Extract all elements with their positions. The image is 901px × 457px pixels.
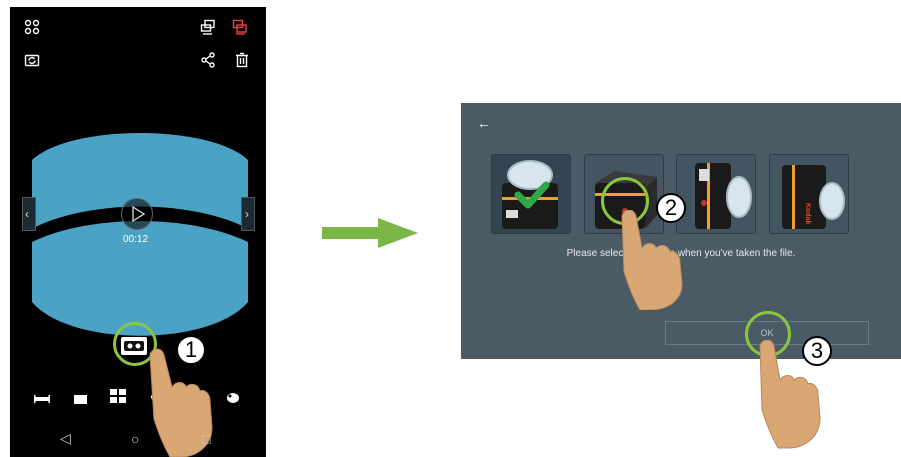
nav-recent-button[interactable]: □ [202, 431, 210, 447]
next-video-button[interactable]: › [241, 197, 255, 231]
flow-arrow-icon [322, 218, 418, 248]
step-badge-1: 1 [176, 335, 206, 365]
tapping-hand-2 [621, 210, 683, 310]
vr-screen-icon[interactable] [232, 19, 248, 38]
globe-icon[interactable] [226, 390, 242, 404]
play-button[interactable] [121, 198, 153, 230]
nav-home-button[interactable]: ○ [131, 431, 139, 447]
camera-angled-icon: Kodak [782, 165, 845, 229]
step-badge-3: 3 [802, 336, 832, 366]
camera-up-option[interactable] [491, 154, 571, 234]
chevron-left-icon: ‹ [25, 207, 29, 221]
camera-brand-label: Kodak [804, 203, 811, 225]
camera-angled-option[interactable]: Kodak [769, 154, 849, 234]
trash-icon[interactable] [234, 52, 250, 71]
screen-cast-icon[interactable] [200, 19, 216, 38]
back-arrow-icon[interactable]: ← [477, 115, 491, 131]
video-timestamp: 00:12 [123, 234, 149, 245]
single-view-icon[interactable] [73, 391, 89, 404]
nav-back-button[interactable]: ◁ [60, 430, 71, 447]
phone-screen: ‹ › 00:12 1 ◁ ○ □ [10, 7, 266, 457]
step-badge-2: 2 [656, 193, 686, 223]
share-icon[interactable] [200, 52, 216, 71]
camera-switch-icon[interactable] [24, 52, 40, 71]
camera-up-icon [502, 160, 558, 229]
panorama-icon[interactable] [34, 391, 50, 403]
previous-video-button[interactable]: ‹ [22, 197, 36, 231]
quad-view-icon[interactable] [110, 389, 126, 403]
chevron-right-icon: › [245, 207, 249, 221]
grid-icon[interactable] [24, 19, 40, 38]
play-icon [132, 205, 146, 223]
